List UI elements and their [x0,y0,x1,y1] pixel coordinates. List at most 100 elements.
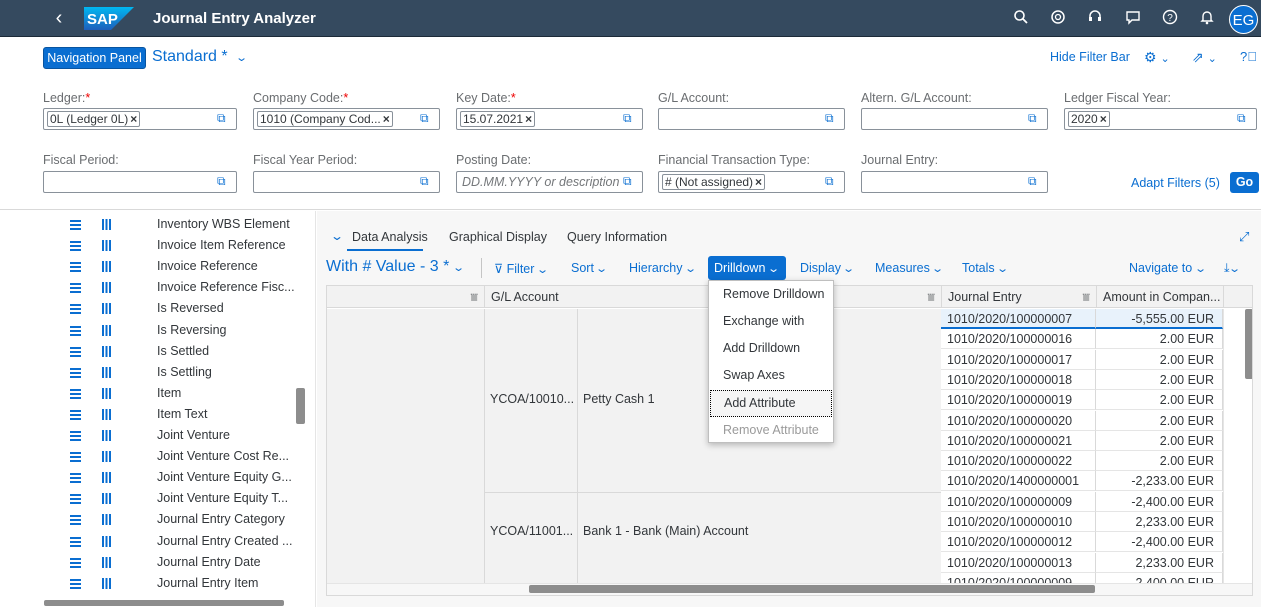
hierarchy-button[interactable]: Hierarchy ⌄ [629,261,697,275]
dimension-item[interactable]: Journal Entry Date [0,554,300,575]
dimension-item[interactable]: Is Settled [0,343,300,364]
hide-filter-bar-link[interactable]: Hide Filter Bar [1050,50,1130,64]
journal-entry-cell[interactable]: 1010/2020/100000017 [941,349,1096,370]
drag-handle-icon[interactable] [70,472,81,484]
amount-cell[interactable]: 2.00 EUR [1096,451,1223,472]
display-button[interactable]: Display ⌄ [800,261,856,275]
columns-icon[interactable] [101,430,111,441]
amount-cell[interactable]: -2,233.00 EUR [1096,471,1223,492]
amount-cell[interactable]: 2.00 EUR [1096,349,1223,370]
dimension-item[interactable]: Item [0,385,300,406]
value-help-icon[interactable]: ⧉ [1028,174,1042,188]
panel-hscrollbar-thumb[interactable] [44,600,284,606]
company-code-token[interactable]: 1010 (Company Cod... × [257,111,393,127]
help-circle-icon[interactable]: ?⃝ [1240,49,1257,64]
columns-icon[interactable] [101,577,111,589]
key-date-token[interactable]: 15.07.2021 × [460,111,536,127]
drag-handle-icon[interactable] [70,430,81,441]
drag-handle-icon[interactable] [70,409,81,420]
help-icon[interactable]: ? [1160,9,1180,29]
journal-entry-cell[interactable]: 1010/2020/100000022 [941,451,1096,472]
columns-icon[interactable] [101,387,111,399]
journal-entry-cell[interactable]: 1010/2020/100000010 [941,512,1096,532]
fiscal-year-period-field[interactable]: ⧉ [253,171,440,193]
drag-handle-icon[interactable] [70,261,81,273]
dimension-item[interactable]: Journal Entry Category [0,511,300,532]
journal-entry-header[interactable]: Journal Entry ⩸ [941,286,1096,308]
table-hscrollbar-thumb[interactable] [529,585,1095,593]
columns-icon[interactable] [101,472,111,484]
amount-cell[interactable]: 2.00 EUR [1096,369,1223,390]
ledger-token[interactable]: 0L (Ledger 0L) × [47,111,141,127]
dimension-item[interactable]: Item Text [0,406,300,427]
drag-handle-icon[interactable] [70,388,81,399]
columns-icon[interactable] [101,451,111,463]
columns-icon[interactable] [101,366,111,378]
tab-data-analysis[interactable]: Data Analysis [352,230,428,244]
dimension-item[interactable]: Invoice Item Reference [0,237,300,258]
journal-entry-cell[interactable]: 1010/2020/100000013 [941,552,1096,573]
ledger-field[interactable]: 0L (Ledger 0L) × ⧉ [43,108,237,130]
amount-cell[interactable]: 2.00 EUR [1096,410,1223,431]
value-help-icon[interactable]: ⧉ [420,111,434,125]
menu-item-remove-drilldown[interactable]: Remove Drilldown [709,281,833,308]
dimension-item[interactable]: Invoice Reference Fisc... [0,279,300,300]
ledger-fiscal-year-token[interactable]: 2020 × [1068,111,1110,127]
journal-entry-cell[interactable]: 1010/2020/100000018 [941,369,1096,390]
feedback-icon[interactable] [1123,9,1143,29]
search-icon[interactable] [1011,9,1031,29]
amount-header[interactable]: Amount in Compan... [1096,286,1223,308]
drag-handle-icon[interactable] [70,557,81,568]
journal-entry-cell[interactable]: 1010/2020/1400000001 [941,471,1096,492]
value-help-icon[interactable]: ⧉ [825,174,839,188]
fiscal-period-field[interactable]: ⧉ [43,171,237,193]
ledger-fiscal-year-field[interactable]: 2020 × ⧉ [1064,108,1257,130]
columns-icon[interactable] [101,282,111,294]
value-help-icon[interactable]: ⧉ [217,174,231,188]
adapt-filters-link[interactable]: Adapt Filters (5) [1131,176,1220,190]
journal-entry-cell[interactable]: 1010/2020/100000009 [941,491,1096,512]
value-help-icon[interactable]: ⧉ [420,174,434,188]
drag-handle-icon[interactable] [70,240,81,252]
drag-handle-icon[interactable] [70,282,81,294]
menu-item-swap-axes[interactable]: Swap Axes [709,362,833,389]
columns-icon[interactable] [101,303,111,315]
menu-item-add-drilldown[interactable]: Add Drilldown [709,335,833,362]
user-avatar[interactable]: EG [1229,5,1258,34]
journal-entry-field[interactable]: ⧉ [861,171,1048,193]
sap-logo[interactable]: SAP [84,7,134,30]
journal-entry-cell[interactable]: 1010/2020/100000012 [941,532,1096,553]
value-help-icon[interactable]: ⧉ [217,111,231,125]
financial-transaction-type-field[interactable]: # (Not assigned) × ⧉ [658,171,845,193]
dimension-item[interactable]: Joint Venture [0,427,300,448]
journal-entry-cell[interactable]: 1010/2020/100000021 [941,430,1096,451]
amount-cell[interactable]: 2.00 EUR [1096,390,1223,411]
drag-handle-icon[interactable] [70,578,81,589]
download-icon[interactable]: ⤓⌄ [1224,261,1241,276]
drag-handle-icon[interactable] [70,346,81,357]
altern-gl-account-field[interactable]: ⧉ [861,108,1048,130]
dimension-item[interactable]: Invoice Reference [0,258,300,279]
amount-cell[interactable]: 2.00 EUR [1096,430,1223,451]
columns-icon[interactable] [101,324,111,336]
value-help-icon[interactable]: ⧉ [1237,111,1251,125]
financial-transaction-type-token[interactable]: # (Not assigned) × [662,174,766,190]
collapse-chevron-icon[interactable]: ⌄ [330,229,344,243]
drag-handle-icon[interactable] [70,493,81,505]
calendar-icon[interactable]: ⧉ [623,111,637,125]
navigate-to-button[interactable]: Navigate to ⌄ [1129,261,1207,275]
amount-cell[interactable]: 2,233.00 EUR [1096,552,1223,573]
measures-button[interactable]: Measures ⌄ [875,261,944,275]
key-date-field[interactable]: 15.07.2021 × ⧉ [456,108,643,130]
journal-entry-cell[interactable]: 1010/2020/100000019 [941,390,1096,411]
row-dim-header[interactable]: ⩸ [327,286,484,308]
drag-handle-icon[interactable] [70,514,81,526]
table-vscrollbar-thumb[interactable] [1245,309,1252,379]
dimension-item[interactable]: Journal Entry Item [0,575,300,596]
dimension-item[interactable]: Is Reversing [0,322,300,343]
menu-item-add-attribute[interactable]: Add Attribute [710,390,832,417]
amount-cell[interactable]: -2,400.00 EUR [1096,491,1223,512]
dimension-item[interactable]: Joint Venture Equity G... [0,469,300,490]
columns-icon[interactable] [101,345,111,357]
columns-icon[interactable] [101,535,111,547]
